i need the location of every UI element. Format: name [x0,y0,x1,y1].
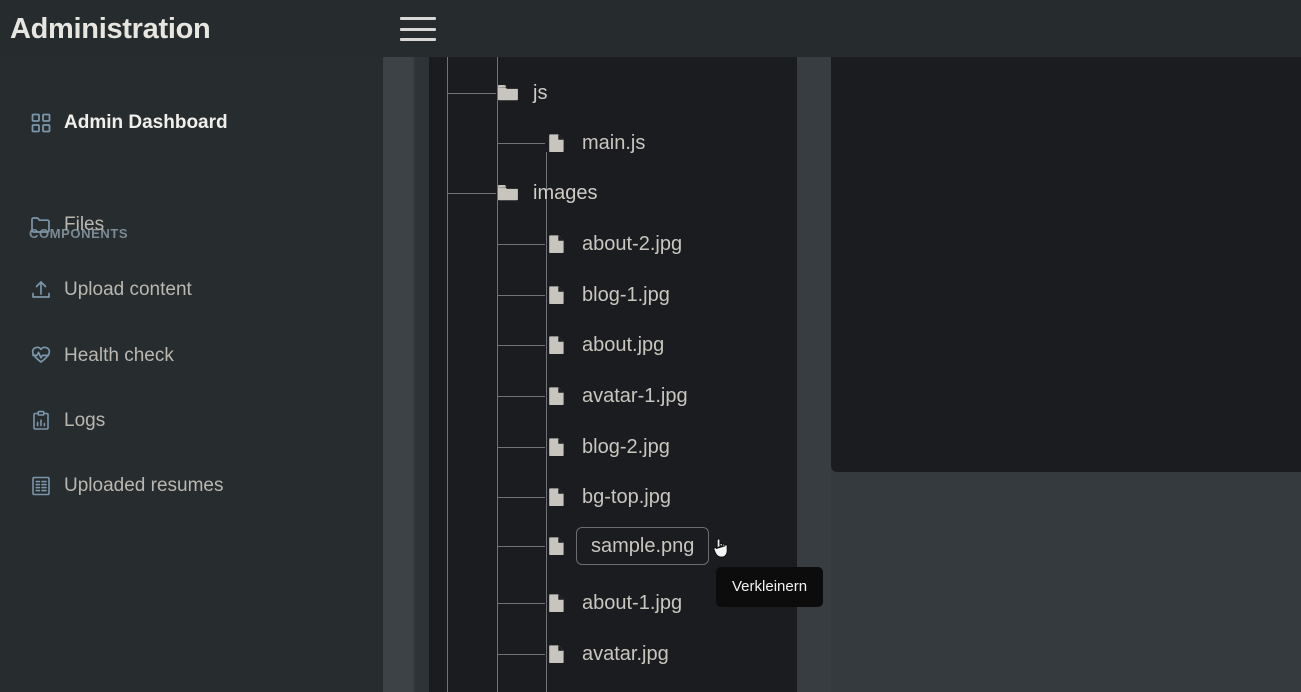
tree-node-label: avatar-1.jpg [582,385,688,407]
tree-file-node[interactable]: bg-top.jpg [497,475,671,519]
sidebar-item-label: Upload content [64,279,192,300]
sidebar-item-health-check[interactable]: Health check [0,334,383,378]
tree-node-label: bg-top.jpg [582,486,671,508]
sidebar-item-label: Admin Dashboard [64,112,228,133]
tree-connector-line [497,654,545,655]
tree-file-node[interactable]: main.js [497,121,646,165]
tree-file-node[interactable]: avatar.jpg [497,632,669,676]
hamburger-line [400,38,436,41]
heart-pulse-icon [29,344,53,368]
sidebar-item-logs[interactable]: Logs [0,399,383,443]
tree-node-label: main.js [582,132,646,154]
preview-panel [831,57,1301,472]
sidebar-item-label: Health check [64,345,174,366]
hamburger-menu-icon[interactable] [400,14,436,44]
tree-file-node[interactable]: sample.png [497,524,710,568]
tree-node-label: images [533,182,598,204]
tree-folder-node[interactable]: images [448,171,598,215]
sidebar-item-label: Files [64,214,105,235]
top-header-bar: Administration [0,0,1301,57]
admin-file-browser-page: Administration Admin Dashboard COMPONENT… [0,0,1301,692]
tree-file-node[interactable]: about.jpg [497,323,665,367]
tree-node-label: about-1.jpg [582,592,683,614]
tree-connector-line [497,497,545,498]
sidebar-item-label: Uploaded resumes [64,475,224,496]
sidebar-item-files[interactable]: Files [0,203,383,247]
folder-icon [497,181,519,205]
hamburger-line [400,27,436,31]
tree-connector-line [497,295,545,296]
tree-file-node[interactable]: about-1.jpg [497,581,683,625]
sidebar-item-label: Logs [64,410,106,431]
tree-guide-line [447,57,448,692]
sidebar: Admin Dashboard COMPONENTS Files Upload … [0,57,383,692]
tree-node-label: sample.png [576,527,710,565]
tree-connector-line [497,244,545,245]
tree-guide-line [497,197,498,692]
tree-panel-gutter [415,57,429,692]
sidebar-item-admin-dashboard[interactable]: Admin Dashboard [0,101,383,145]
tree-file-node[interactable]: blog-1.jpg [497,273,670,317]
tree-connector-line [448,93,496,94]
tree-file-node[interactable]: blog-2.jpg [497,425,670,469]
page-title: Administration [10,13,211,45]
sidebar-edge-gutter [383,57,393,692]
file-icon [546,283,568,307]
file-icon [546,384,568,408]
clipboard-chart-icon [29,409,53,433]
document-list-icon [29,474,53,498]
tree-scrollbar-track[interactable] [797,57,831,692]
upload-arrow-icon [29,278,53,302]
tree-connector-line [497,603,545,604]
tree-file-node[interactable]: avatar-1.jpg [497,374,688,418]
tree-connector-line [497,447,545,448]
tree-connector-line [448,193,496,194]
sidebar-item-upload-content[interactable]: Upload content [0,268,383,312]
file-icon [546,485,568,509]
file-icon [546,131,568,155]
file-icon [546,435,568,459]
folder-icon [29,213,53,237]
folder-icon [497,81,519,105]
hamburger-line [400,17,436,20]
left-panel-divider [393,57,413,692]
grid-dashboard-icon [29,111,53,135]
tree-scrollbar-thumb[interactable] [797,57,831,692]
tree-connector-line [497,345,545,346]
file-icon [546,642,568,666]
tree-node-label: js [533,82,548,104]
file-icon [546,591,568,615]
file-icon [546,534,568,558]
file-icon [546,333,568,357]
file-tree: js main.js images about-2.jpg blog-1.jpg abou… [429,57,797,692]
tree-node-label: about.jpg [582,334,665,356]
tree-node-label: about-2.jpg [582,233,683,255]
file-icon [546,232,568,256]
tree-connector-line [497,396,545,397]
sidebar-item-uploaded-resumes[interactable]: Uploaded resumes [0,464,383,508]
tree-node-label: avatar.jpg [582,643,669,665]
tree-file-node[interactable]: about-2.jpg [497,222,683,266]
tree-folder-node[interactable]: js [448,71,548,115]
tree-connector-line [497,143,545,144]
tree-node-label: blog-2.jpg [582,436,670,458]
tree-connector-line [497,546,545,547]
tree-node-label: blog-1.jpg [582,284,670,306]
